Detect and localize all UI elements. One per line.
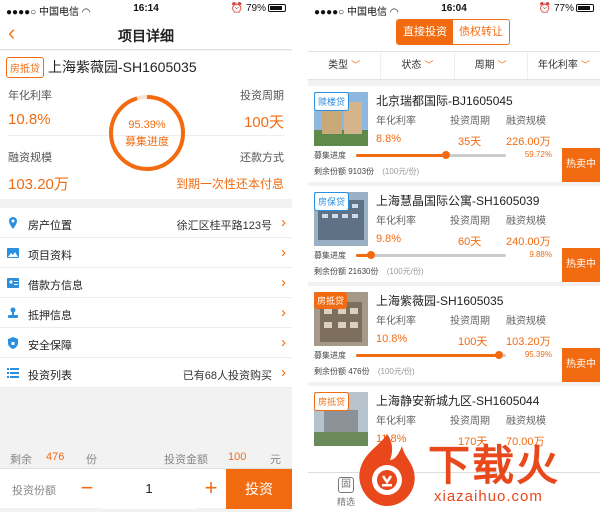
hot-sale-button[interactable]: 热卖中 xyxy=(562,148,600,182)
menu-item-invest-list[interactable]: 投资列表 已有68人投资购买 › xyxy=(0,358,292,388)
progress-percent: 9.88% xyxy=(529,250,552,259)
progress-bar xyxy=(356,151,506,159)
chevron-right-icon: › xyxy=(281,364,286,381)
tab-debt-transfer[interactable]: 债权转让 xyxy=(453,20,509,44)
share-label: 投资份额 xyxy=(12,485,56,497)
chevron-right-icon: › xyxy=(281,244,286,261)
loan-type-badge: 房保贷 xyxy=(314,192,350,211)
page-title: 项目详细 xyxy=(118,28,174,44)
project-thumbnail: 房保贷 xyxy=(314,192,368,246)
project-thumbnail: 房抵贷 xyxy=(314,292,368,346)
hot-sale-button[interactable]: 热卖中 xyxy=(562,348,600,382)
hot-sale-button[interactable]: 热卖中 xyxy=(562,248,600,282)
repay-method: 还款方式 到期一次性还本付息 xyxy=(175,152,284,191)
remaining-info: 剩余 476 份 投资金额 100 元 xyxy=(0,446,292,468)
id-card-icon xyxy=(7,278,19,288)
status-bar: ●●●●○ 中国电信 ◠ 16:04 ⏰ 77% xyxy=(308,0,600,18)
menu-item-mortgage[interactable]: 抵押信息 › xyxy=(0,298,292,328)
chevron-down-icon: ﹀ xyxy=(497,60,507,70)
flame-logo-icon xyxy=(359,434,415,506)
chevron-down-icon: ﹀ xyxy=(424,60,434,70)
stamp-icon xyxy=(8,307,18,318)
filter-status[interactable]: 状态 ﹀ xyxy=(381,52,455,79)
image-icon xyxy=(7,248,19,258)
tab-direct-invest[interactable]: 直接投资 xyxy=(397,20,453,44)
loan-type-badge: 房抵贷 xyxy=(314,292,348,309)
progress-bar xyxy=(356,251,506,259)
progress-percent: 59.72% xyxy=(524,150,552,159)
detail-menu: 房产位置 徐汇区桂平路123号 › 项目资料 › 借款方信息 › 抵押信息 › … xyxy=(0,208,292,388)
filter-type[interactable]: 类型 ﹀ xyxy=(308,52,382,79)
segmented-control: 直接投资 债权转让 xyxy=(396,19,510,45)
loan-type-badge: 房抵贷 xyxy=(314,392,350,411)
chevron-right-icon: › xyxy=(281,274,286,291)
location-pin-icon xyxy=(9,217,17,229)
chevron-right-icon: › xyxy=(281,214,286,231)
progress-bar xyxy=(356,351,506,359)
invest-period: 投资周期 100天 xyxy=(240,90,284,131)
invest-amount: 100 xyxy=(228,451,247,463)
finance-scale: 融资规模 103.20万 xyxy=(8,152,69,193)
project-thumbnail: 赎楼贷 xyxy=(314,92,368,146)
project-name: 北京瑞都国际-BJ1605045 xyxy=(376,94,513,108)
project-summary: 房抵贷 上海紫薇园-SH1605035 年化利率 10.8% 投资周期 100天 … xyxy=(0,51,292,199)
quantity-input[interactable] xyxy=(102,469,196,509)
project-name: 上海静安新城九区-SH1605044 xyxy=(376,394,540,408)
battery-icon xyxy=(576,4,594,12)
menu-item-security[interactable]: 安全保障 › xyxy=(0,328,292,358)
chevron-right-icon: › xyxy=(281,304,286,321)
project-card[interactable]: 房抵贷 上海紫薇园-SH1605035 年化利率 10.8% 投资周期 100天 融… xyxy=(308,286,600,382)
filter-period[interactable]: 周期 ﹀ xyxy=(455,52,528,79)
alarm-icon: ⏰ xyxy=(538,3,552,14)
buy-bar: 投资份额 − + 投资 xyxy=(0,468,292,509)
progress-label: 募集进度 xyxy=(125,136,169,148)
progress-percent: 95.39% xyxy=(524,350,552,359)
filter-bar: 类型 ﹀ 状态 ﹀ 周期 ﹀ 年化利率 ﹀ xyxy=(308,52,600,80)
project-card[interactable]: 房保贷 上海慧晶国际公寓-SH1605039 年化利率 9.8% 投资周期 60天 … xyxy=(308,186,600,282)
loan-type-badge: 赎楼贷 xyxy=(314,92,350,111)
chevron-right-icon: › xyxy=(281,334,286,351)
project-name: 上海紫薇园-SH1605035 xyxy=(376,294,504,308)
nav-bar: ‹ 项目详细 xyxy=(0,18,292,50)
watermark-url: xiazaihuo.com xyxy=(434,488,543,505)
invest-button[interactable]: 投资 xyxy=(226,469,292,509)
project-name: 上海紫薇园-SH1605035 xyxy=(48,59,197,75)
battery-percent: 77% xyxy=(553,3,574,14)
chevron-down-icon: ﹀ xyxy=(580,60,590,70)
annual-rate: 年化利率 10.8% xyxy=(8,90,52,128)
alarm-icon: ⏰ xyxy=(230,3,244,14)
menu-item-project-docs[interactable]: 项目资料 › xyxy=(0,238,292,268)
status-bar: ●●●●○ 中国电信 ◠ 16:14 ⏰ 79% xyxy=(0,0,292,18)
decrement-button[interactable]: − xyxy=(72,469,102,509)
project-detail-screen: ●●●●○ 中国电信 ◠ 16:14 ⏰ 79% ‹ 项目详细 房抵贷 上海紫薇园… xyxy=(0,0,292,512)
progress-percent: 95.39% xyxy=(128,119,166,131)
watermark-title: 下载火 xyxy=(428,442,561,489)
menu-item-location[interactable]: 房产位置 徐汇区桂平路123号 › xyxy=(0,208,292,238)
project-title: 房抵贷 上海紫薇园-SH1605035 xyxy=(6,57,197,78)
increment-button[interactable]: + xyxy=(196,469,226,509)
remaining-count: 476 xyxy=(46,451,65,463)
project-card[interactable]: 赎楼贷 北京瑞都国际-BJ1605045 年化利率 8.8% 投资周期 35天 融资… xyxy=(308,86,600,182)
loan-type-badge: 房抵贷 xyxy=(6,57,44,78)
battery-percent: 79% xyxy=(245,3,266,14)
watermark-logo: 下载火 xiazaihuo.com xyxy=(350,432,596,510)
list-icon xyxy=(7,368,19,378)
battery-icon xyxy=(268,4,286,12)
progress-ring: 95.39% 募集进度 xyxy=(107,93,187,173)
menu-item-borrower[interactable]: 借款方信息 › xyxy=(0,268,292,298)
chevron-down-icon: ﹀ xyxy=(351,60,361,70)
shield-icon xyxy=(8,337,18,349)
filter-rate[interactable]: 年化利率 ﹀ xyxy=(528,52,600,79)
project-name: 上海慧晶国际公寓-SH1605039 xyxy=(376,194,540,208)
